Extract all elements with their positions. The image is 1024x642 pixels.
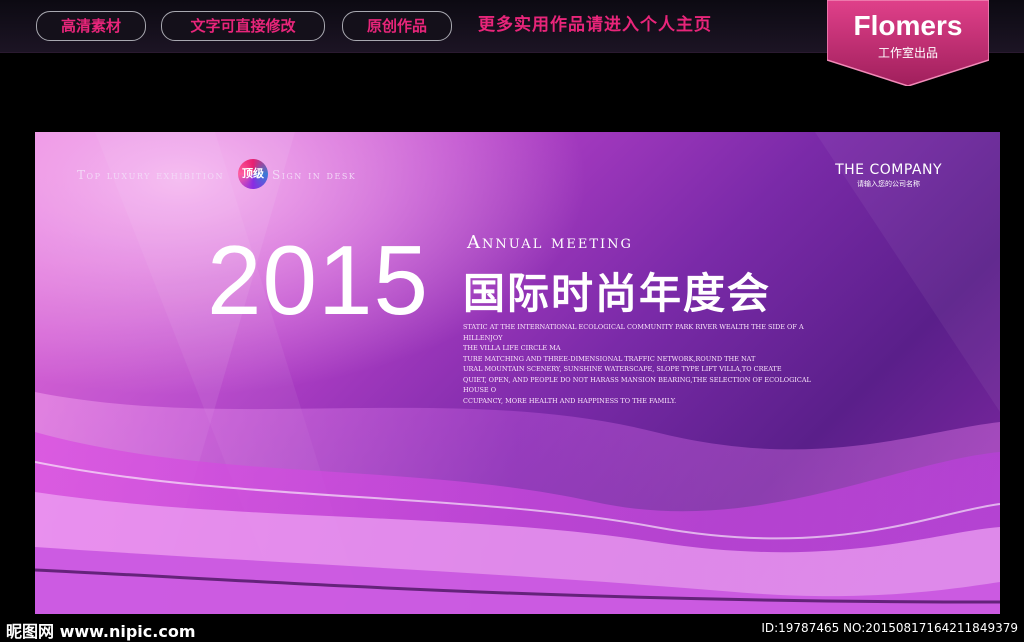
chinese-title: 国际时尚年度会 xyxy=(463,269,772,318)
brand-subtitle: 工作室出品 xyxy=(877,46,938,60)
description-block: STATIC AT THE INTERNATIONAL ECOLOGICAL C… xyxy=(463,322,833,406)
annual-meeting-text: Annual meeting xyxy=(467,232,633,253)
homepage-link[interactable]: 更多实用作品请进入个人主页 xyxy=(478,11,712,39)
watermark-left: 昵图网 www.nipic.com xyxy=(6,622,196,641)
description-line: TURE MATCHING AND THREE-DIMENSIONAL TRAF… xyxy=(463,354,756,363)
description-line: STATIC AT THE INTERNATIONAL ECOLOGICAL C… xyxy=(463,323,804,342)
description-line: QUIET, OPEN, AND PEOPLE DO NOT HARASS MA… xyxy=(463,375,811,395)
description-line: THE VILLA LIFE CIRCLE MA xyxy=(463,344,561,352)
top-header: 高清素材 文字可直接修改 原创作品 更多实用作品请进入个人主页 Flomers … xyxy=(0,0,1024,86)
pill-editable-text[interactable]: 文字可直接修改 xyxy=(161,11,325,41)
company-block: THE COMPANY 请输入您的公司名称 xyxy=(835,162,942,189)
pill-original-work[interactable]: 原创作品 xyxy=(342,11,452,41)
brand-badge: Flomers 工作室出品 xyxy=(827,0,989,86)
annual-meeting-banner: Top luxury exhibition 顶级 Sign in desk TH… xyxy=(35,132,1000,614)
pill-hd-material[interactable]: 高清素材 xyxy=(36,11,146,41)
company-name: THE COMPANY xyxy=(835,162,942,178)
watermark-right: ID:19787465 NO:20150817164211849379 xyxy=(761,621,1018,635)
watermark-footer: 昵图网 www.nipic.com ID:19787465 NO:2015081… xyxy=(0,614,1024,642)
seal-icon: 顶级 xyxy=(238,159,268,189)
year-text: 2015 xyxy=(207,225,430,335)
tagline-left: Top luxury exhibition xyxy=(77,168,224,182)
company-subtitle: 请输入您的公司名称 xyxy=(857,180,921,188)
brand-title: Flomers xyxy=(853,10,963,41)
description-line: URAL MOUNTAIN SCENERY, SUNSHINE WATERSCA… xyxy=(463,365,782,373)
tagline-right: Sign in desk xyxy=(272,168,357,182)
description-line: CCUPANCY, MORE HEALTH AND HAPPINESS TO T… xyxy=(463,396,677,405)
